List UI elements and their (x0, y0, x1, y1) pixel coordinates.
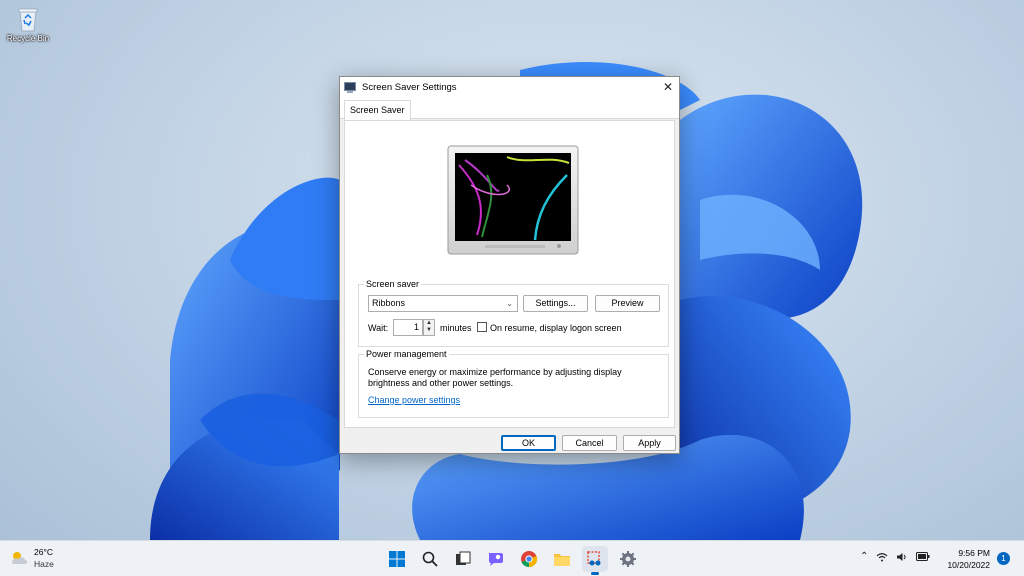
task-view-button[interactable] (450, 546, 476, 572)
screen-saver-group: Screen saver Ribbons ⌄ Settings... Previ… (358, 279, 669, 347)
screen-saver-selected: Ribbons (372, 298, 406, 308)
search-button[interactable] (417, 546, 443, 572)
change-power-settings-link[interactable]: Change power settings (368, 395, 460, 405)
power-management-group-label: Power management (364, 349, 449, 359)
weather-condition: Haze (34, 559, 54, 569)
spin-down-icon[interactable]: ▼ (424, 327, 434, 334)
screen-saver-app-icon (344, 81, 356, 93)
clock-time: 9:56 PM (958, 548, 990, 558)
screen-saver-select[interactable]: Ribbons ⌄ (368, 295, 518, 312)
tab-panel: Screen saver Ribbons ⌄ Settings... Previ… (344, 120, 675, 428)
taskbar: 26°C Haze ⌃ 9:56 PM 10/20/2022 1 (0, 540, 1024, 576)
chrome-icon (521, 551, 538, 568)
start-button[interactable] (384, 546, 410, 572)
power-management-description: Conserve energy or maximize performance … (368, 367, 622, 388)
apply-button[interactable]: Apply (623, 435, 676, 451)
settings-button-taskbar[interactable] (615, 546, 641, 572)
file-explorer-button[interactable] (549, 546, 575, 572)
start-icon (389, 551, 405, 567)
chat-button[interactable] (483, 546, 509, 572)
cancel-button[interactable]: Cancel (562, 435, 617, 451)
tab-strip: Screen Saver (340, 97, 679, 120)
chrome-button[interactable] (516, 546, 542, 572)
snipping-tool-button[interactable] (582, 546, 608, 575)
close-button[interactable]: ✕ (657, 77, 679, 97)
search-icon (422, 551, 438, 567)
ok-button[interactable]: OK (501, 435, 556, 451)
task-view-icon (456, 551, 471, 565)
system-tray: ⌃ (860, 551, 938, 562)
dialog-title: Screen Saver Settings (362, 81, 457, 93)
dialog-titlebar[interactable]: Screen Saver Settings ✕ (340, 77, 679, 97)
taskbar-apps (384, 546, 648, 575)
clock[interactable]: 9:56 PM 10/20/2022 (940, 547, 990, 571)
settings-button[interactable]: Settings... (523, 295, 588, 312)
screen-saver-group-label: Screen saver (364, 279, 422, 289)
screen-saver-preview-monitor (447, 145, 579, 255)
preview-button[interactable]: Preview (595, 295, 660, 312)
recycle-bin-icon (18, 8, 38, 32)
power-management-group: Power management Conserve energy or maxi… (358, 349, 669, 418)
weather-widget[interactable]: 26°C Haze (10, 546, 54, 570)
chat-icon (489, 553, 503, 566)
tab-screen-saver[interactable]: Screen Saver (344, 100, 411, 120)
recycle-bin-label: Recycle Bin (6, 34, 50, 43)
wifi-icon[interactable] (876, 552, 888, 562)
clock-date: 10/20/2022 (947, 560, 990, 570)
close-icon: ✕ (662, 80, 674, 94)
file-explorer-icon (554, 554, 570, 566)
resume-logon-label[interactable]: On resume, display logon screen (490, 323, 622, 333)
resume-logon-checkbox[interactable] (477, 322, 487, 332)
battery-icon[interactable] (916, 552, 930, 561)
notification-badge[interactable]: 1 (997, 552, 1010, 565)
chevron-down-icon: ⌄ (506, 299, 513, 308)
haze-weather-icon (11, 552, 28, 564)
volume-icon[interactable] (896, 552, 908, 562)
spin-up-icon[interactable]: ▲ (424, 320, 434, 327)
settings-icon (620, 551, 636, 567)
snipping-tool-icon (587, 551, 601, 566)
wait-minutes-input[interactable]: 1 (393, 319, 423, 336)
wait-label: Wait: (368, 323, 389, 333)
minutes-label: minutes (440, 323, 472, 333)
chevron-up-icon[interactable]: ⌃ (860, 551, 868, 562)
screen-saver-settings-dialog: Screen Saver Settings ✕ Screen Saver Scr… (339, 76, 680, 454)
wait-spinner[interactable]: ▲ ▼ (423, 319, 435, 336)
recycle-bin-shortcut[interactable]: Recycle Bin (6, 6, 50, 43)
weather-temperature: 26°C (34, 547, 53, 557)
